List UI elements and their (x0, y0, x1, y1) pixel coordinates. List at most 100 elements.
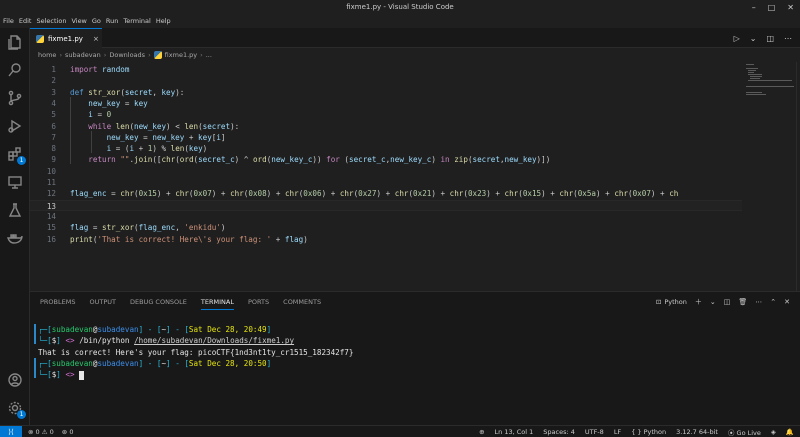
code-line[interactable]: 15 flag = str_xor(flag_enc, 'enkidu') (30, 222, 742, 233)
tab-problems[interactable]: PROBLEMS (40, 292, 75, 312)
terminal-output[interactable]: ┌─[subadevan@subadevan] - [~] - [Sat Dec… (34, 324, 778, 380)
manage-gear-icon[interactable]: 1 (5, 398, 26, 419)
tab-comments[interactable]: COMMENTS (283, 292, 321, 312)
indentation[interactable]: Spaces: 4 (543, 428, 575, 436)
remote-explorer-icon[interactable] (5, 172, 25, 192)
run-dropdown-icon[interactable]: ⌄ (750, 34, 757, 43)
more-actions-icon[interactable]: ⋯ (784, 34, 792, 43)
explorer-icon[interactable] (5, 32, 25, 52)
menu-file[interactable]: File (3, 17, 14, 25)
tab-ports[interactable]: PORTS (248, 292, 269, 312)
line-number: 5 (51, 110, 56, 120)
close-panel-icon[interactable]: ✕ (784, 298, 790, 306)
tab-fixme1-py[interactable]: fixme1.py × (30, 28, 102, 48)
code-line[interactable]: 14 (30, 211, 742, 222)
docker-icon[interactable] (5, 228, 25, 248)
testing-icon[interactable] (5, 200, 25, 220)
breadcrumb-home[interactable]: home (38, 51, 56, 59)
end-of-line[interactable]: LF (614, 428, 621, 436)
status-right: ⊕ Ln 13, Col 1 Spaces: 4 UTF-8 LF { } Py… (479, 426, 794, 437)
close-icon[interactable]: ✕ (787, 3, 794, 12)
minimize-icon[interactable]: – (752, 3, 756, 12)
code-line[interactable]: 5 i = 0 (30, 109, 742, 120)
panel-actions: ⊡ Python ＋ ⌄ ◫ 🗑 ⋯ ⌃ ✕ (656, 292, 790, 312)
cursor-position[interactable]: Ln 13, Col 1 (495, 428, 534, 436)
menu-help[interactable]: Help (156, 17, 171, 25)
split-editor-icon[interactable]: ◫ (766, 34, 774, 43)
maximize-panel-icon[interactable]: ⌃ (770, 298, 776, 306)
command-decoration (34, 324, 36, 344)
code-text: def str_xor(secret, key): (70, 87, 185, 97)
code-line[interactable]: 6 while len(new_key) < len(secret): (30, 121, 742, 132)
maximize-icon[interactable]: □ (768, 3, 776, 12)
minimap[interactable] (744, 62, 800, 291)
chevron-right-icon: › (103, 51, 107, 59)
code-line[interactable]: 12 flag_enc = chr(0x15) + chr(0x07) + chr… (30, 188, 742, 199)
code-line[interactable]: 9 return "".join([chr(ord(secret_c) ^ or… (30, 154, 742, 165)
breadcrumb-downloads[interactable]: Downloads (109, 51, 145, 59)
accounts-icon[interactable] (5, 370, 25, 390)
source-control-icon[interactable] (5, 88, 25, 108)
python-file-icon (153, 51, 162, 59)
line-number: 7 (51, 132, 56, 142)
python-interpreter[interactable]: 3.12.7 64-bit (676, 428, 718, 436)
code-text: print('That is correct! Here\'s your fla… (70, 234, 308, 244)
menu-go[interactable]: Go (92, 17, 101, 25)
vertical-scrollbar[interactable] (796, 62, 800, 291)
encoding[interactable]: UTF-8 (585, 428, 604, 436)
menu-view[interactable]: View (71, 17, 86, 25)
code-line[interactable]: 16 print('That is correct! Here\'s your f… (30, 234, 742, 245)
menu-selection[interactable]: Selection (36, 17, 66, 25)
language-mode[interactable]: { } Python (631, 428, 666, 436)
extensions-icon[interactable]: 1 (5, 144, 26, 165)
line-number: 9 (51, 155, 56, 165)
go-live-button[interactable]: ⦿ Go Live (728, 427, 761, 437)
new-terminal-icon[interactable]: ＋ (695, 297, 702, 307)
zoom-icon[interactable]: ⊕ (479, 428, 484, 436)
code-line[interactable]: 11 (30, 177, 742, 188)
code-line[interactable]: 10 (30, 166, 742, 177)
line-number: 15 (46, 223, 56, 233)
code-text: while len(new_key) < len(secret): (88, 121, 240, 131)
editor-tabs: fixme1.py × ▷ ⌄ ◫ ⋯ (30, 28, 800, 48)
activity-bar: 1 1 (0, 28, 30, 425)
editor-actions: ▷ ⌄ ◫ ⋯ (734, 28, 792, 48)
notifications-icon[interactable]: 🔔 (786, 428, 794, 436)
code-text: flag = str_xor(flag_enc, 'enkidu') (70, 223, 226, 233)
more-actions-icon[interactable]: ⋯ (755, 298, 762, 306)
breadcrumb-symbol[interactable]: ... (206, 51, 212, 59)
trash-icon[interactable]: 🗑 (738, 298, 747, 306)
remote-indicator-icon[interactable]: ⟩⟨ (0, 425, 22, 437)
code-line[interactable]: 13 (30, 199, 742, 211)
copilot-icon[interactable]: ◈ (771, 428, 776, 436)
tab-debug-console[interactable]: DEBUG CONSOLE (130, 292, 187, 312)
split-terminal-icon[interactable]: ◫ (724, 298, 731, 306)
terminal-shell-selector[interactable]: ⊡ Python (656, 298, 687, 306)
code-line[interactable]: 3 def str_xor(secret, key): (30, 87, 742, 98)
code-text: flag_enc = chr(0x15) + chr(0x07) + chr(0… (70, 189, 679, 199)
run-file-icon[interactable]: ▷ (734, 34, 740, 43)
tab-close-icon[interactable]: × (93, 35, 99, 43)
run-debug-icon[interactable] (5, 116, 25, 136)
breadcrumb-file[interactable]: fixme1.py (165, 51, 197, 59)
port-icon: ⊛ (61, 427, 68, 436)
code-line[interactable]: 2 (30, 75, 742, 86)
line-number: 14 (46, 211, 56, 221)
code-editor[interactable]: 1 import random 2 3 def str_xor(secret, key)… (30, 62, 800, 291)
menu-terminal[interactable]: Terminal (123, 17, 150, 25)
tab-terminal[interactable]: TERMINAL (200, 292, 235, 312)
code-line[interactable]: 8 i = (i + 1) % len(key) (30, 143, 742, 154)
menu-run[interactable]: Run (106, 17, 118, 25)
error-count: 0 (35, 427, 40, 436)
menu-edit[interactable]: Edit (19, 17, 32, 25)
code-line[interactable]: 1 import random (30, 64, 742, 75)
terminal-dropdown-icon[interactable]: ⌄ (710, 298, 716, 306)
tab-output[interactable]: OUTPUT (89, 292, 116, 312)
breadcrumb-user[interactable]: subadevan (65, 51, 101, 59)
code-line[interactable]: 7 new_key = new_key + key[i] (30, 132, 742, 143)
line-number: 1 (51, 65, 56, 74)
problems-status[interactable]: ⊗ 0 ⚠ 0 (28, 428, 54, 436)
search-icon[interactable] (5, 60, 25, 80)
ports-status[interactable]: ⊛ 0 (62, 428, 74, 436)
code-line[interactable]: 4 new_key = key (30, 98, 742, 109)
